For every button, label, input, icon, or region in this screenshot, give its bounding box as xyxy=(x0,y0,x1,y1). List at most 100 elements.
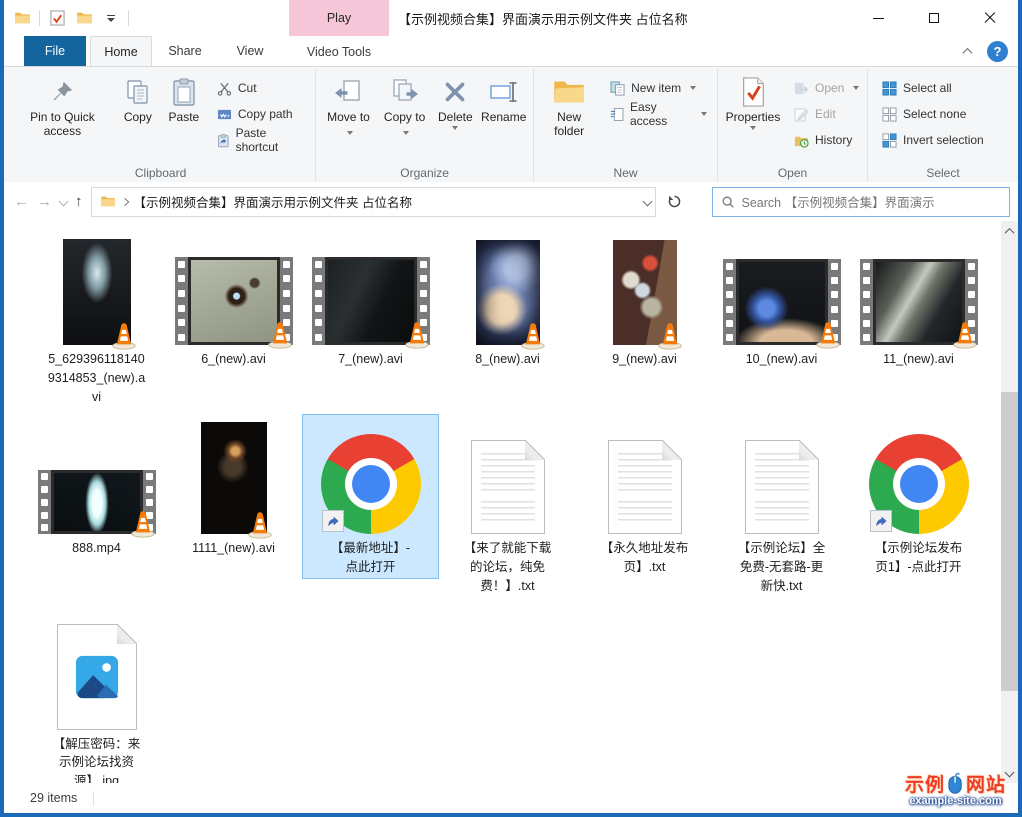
close-button[interactable] xyxy=(962,0,1018,36)
new-item-button[interactable]: New item xyxy=(606,77,711,99)
tab-view[interactable]: View xyxy=(218,36,282,66)
file-item[interactable]: 【来了就能下载 的论坛，纯免 费！】.txt xyxy=(439,414,576,597)
watermark-text-right: 网站 xyxy=(966,770,1006,797)
image-glyph-icon xyxy=(74,654,120,700)
page-fold xyxy=(525,440,545,460)
up-arrow-icon[interactable]: ↑ xyxy=(75,193,83,210)
customize-arrow-icon[interactable] xyxy=(101,7,121,29)
tab-share[interactable]: Share xyxy=(152,36,218,66)
properties-check-icon[interactable] xyxy=(47,7,67,29)
shortcut-arrow-icon xyxy=(322,510,344,532)
recent-locations-chevron-icon[interactable] xyxy=(59,197,69,207)
file-list-area[interactable]: 5_629396118140 9314853_(new).a vi6_(new)… xyxy=(4,221,1018,783)
back-arrow-icon[interactable]: ← xyxy=(14,193,29,210)
filmstrip-edge xyxy=(175,257,188,345)
paste-shortcut-button[interactable]: Paste shortcut xyxy=(213,129,309,151)
contextual-group-label: Play xyxy=(327,11,351,25)
help-question-icon[interactable]: ? xyxy=(987,41,1008,62)
select-none-icon xyxy=(882,107,897,122)
file-item[interactable]: 【最新地址】- 点此打开 xyxy=(302,414,439,579)
file-item[interactable]: 5_629396118140 9314853_(new).a vi xyxy=(28,231,165,408)
address-dropdown-icon[interactable] xyxy=(642,197,652,207)
tab-file[interactable]: File xyxy=(24,36,86,66)
easy-access-button[interactable]: Easy access xyxy=(606,103,711,125)
easy-access-icon xyxy=(610,107,624,122)
file-label: 1111_(new).avi xyxy=(192,539,275,558)
copy-button[interactable]: Copy xyxy=(115,71,161,162)
dropdown-arrow-icon xyxy=(690,86,696,90)
minimize-button[interactable] xyxy=(850,0,906,36)
forward-arrow-icon[interactable]: → xyxy=(37,193,52,210)
video-thumbnail xyxy=(63,239,131,345)
pin-to-quick-access-button[interactable]: Pin to Quick access xyxy=(10,71,115,162)
copy-to-button[interactable]: Copy to xyxy=(377,71,432,162)
paste-button[interactable]: Paste xyxy=(161,71,207,162)
file-item[interactable]: 【解压密码：来 示例论坛找资 源】.jpg xyxy=(28,618,165,784)
properties-icon xyxy=(738,74,768,110)
dropdown-arrow-icon xyxy=(452,126,458,130)
refresh-button[interactable] xyxy=(660,187,690,217)
scrollbar-thumb[interactable] xyxy=(1001,392,1018,691)
file-item[interactable]: 888.mp4 xyxy=(28,414,165,560)
file-item[interactable]: 11_(new).avi xyxy=(850,231,987,371)
watermark-domain: example-site.com xyxy=(905,795,1006,807)
delete-icon xyxy=(441,74,469,110)
page-fold xyxy=(117,624,137,644)
item-count: 29 items xyxy=(30,791,77,805)
tab-home[interactable]: Home xyxy=(90,36,152,66)
close-icon xyxy=(984,12,996,24)
rename-icon xyxy=(489,74,519,110)
folder-icon[interactable] xyxy=(74,7,94,29)
navigation-bar: ← → ↑ 【示例视频合集】界面演示用示例文件夹 占位名称 Search 【示例… xyxy=(4,182,1018,221)
dropdown-arrow-icon xyxy=(347,131,353,135)
text-file-icon xyxy=(745,440,819,534)
breadcrumb-path[interactable]: 【示例视频合集】界面演示用示例文件夹 占位名称 xyxy=(134,192,638,211)
file-item[interactable]: 【示例论坛】全 免费-无套路-更 新快.txt xyxy=(713,414,850,597)
filmstrip-edge xyxy=(860,259,873,345)
address-bar[interactable]: 【示例视频合集】界面演示用示例文件夹 占位名称 xyxy=(91,187,656,217)
delete-button[interactable]: Delete xyxy=(432,71,478,162)
file-item[interactable]: 6_(new).avi xyxy=(165,231,302,371)
window-title: 【示例视频合集】界面演示用示例文件夹 占位名称 xyxy=(398,0,688,36)
file-item[interactable]: 【示例论坛发布 页1】-点此打开 xyxy=(850,414,987,579)
properties-button[interactable]: Properties xyxy=(722,71,784,162)
select-none-button[interactable]: Select none xyxy=(878,103,988,125)
file-item[interactable]: 【永久地址发布 页】.txt xyxy=(576,414,713,579)
select-all-icon xyxy=(882,81,897,96)
file-label: 8_(new).avi xyxy=(475,350,540,369)
move-to-button[interactable]: Move to xyxy=(320,71,377,162)
rename-button[interactable]: Rename xyxy=(478,71,529,162)
history-button[interactable]: History xyxy=(790,129,863,151)
scroll-up-icon[interactable] xyxy=(1001,223,1018,240)
breadcrumb-chevron-icon xyxy=(120,197,128,205)
select-all-button[interactable]: Select all xyxy=(878,77,988,99)
cut-button[interactable]: Cut xyxy=(213,77,309,99)
folder-icon[interactable] xyxy=(12,7,32,29)
search-box[interactable]: Search 【示例视频合集】界面演示 xyxy=(712,187,1011,217)
group-label-new: New xyxy=(534,166,717,180)
maximize-button[interactable] xyxy=(906,0,962,36)
tab-video-tools[interactable]: Video Tools xyxy=(289,36,389,67)
new-folder-button[interactable]: New folder xyxy=(538,71,600,162)
group-label-open: Open xyxy=(718,166,867,180)
vlc-cone-icon xyxy=(245,509,275,539)
minimize-ribbon-icon[interactable] xyxy=(963,48,973,58)
vlc-cone-icon xyxy=(950,319,980,349)
file-item[interactable]: 10_(new).avi xyxy=(713,231,850,371)
file-item[interactable]: 1111_(new).avi xyxy=(165,414,302,560)
contextual-tab-group: Play xyxy=(289,0,389,36)
ribbon-group-select: Select all Select none Invert selection … xyxy=(868,69,1018,182)
group-label-organize: Organize xyxy=(316,166,533,180)
search-input[interactable]: Search 【示例视频合集】界面演示 xyxy=(742,192,1002,211)
search-icon xyxy=(721,195,735,209)
file-item[interactable]: 7_(new).avi xyxy=(302,231,439,371)
minimize-icon xyxy=(873,18,884,19)
copy-path-button[interactable]: Copy path xyxy=(213,103,309,125)
vlc-cone-icon xyxy=(813,319,843,349)
file-item[interactable]: 8_(new).avi xyxy=(439,231,576,371)
new-item-icon xyxy=(610,81,625,96)
dropdown-arrow-icon xyxy=(403,131,409,135)
invert-selection-button[interactable]: Invert selection xyxy=(878,129,988,151)
file-item[interactable]: 9_(new).avi xyxy=(576,231,713,371)
vertical-scrollbar[interactable] xyxy=(1001,221,1018,783)
